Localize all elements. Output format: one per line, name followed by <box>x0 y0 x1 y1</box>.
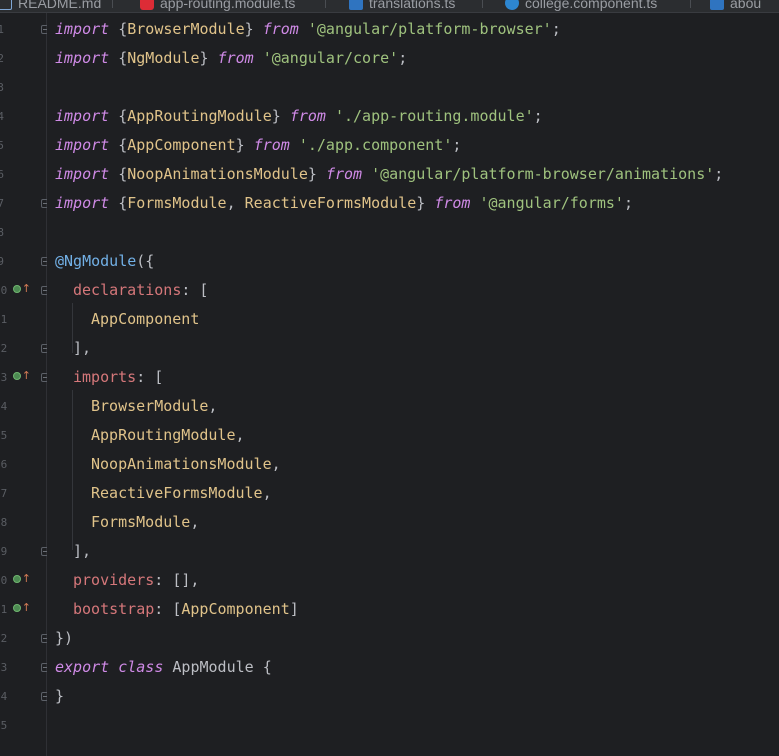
line-number: 17 <box>0 487 8 500</box>
line-number: 3 <box>0 81 4 94</box>
code-line: ], <box>73 339 92 357</box>
implements-marker-icon[interactable]: ↑ <box>13 602 31 614</box>
editor-gutter: 1 2 3 4 5 6 7 8 9 10 11 12 13 14 15 16 1… <box>0 13 50 756</box>
code-editor[interactable]: import {BrowserModule} from '@angular/pl… <box>47 13 779 756</box>
code-line: import {NoopAnimationsModule} from '@ang… <box>55 165 724 183</box>
code-line: export class AppModule { <box>55 658 272 676</box>
line-number: 11 <box>0 313 8 326</box>
tab-label: app-routing.module.ts <box>160 0 296 11</box>
tab-about[interactable]: abou <box>710 0 761 12</box>
line-number: 15 <box>0 429 8 442</box>
implements-marker-icon[interactable]: ↑ <box>13 573 31 585</box>
line-number: 24 <box>0 690 8 703</box>
line-number: 18 <box>0 516 8 529</box>
tab-translations[interactable]: translations.ts <box>349 0 455 12</box>
implements-marker-icon[interactable]: ↑ <box>13 370 31 382</box>
line-number: 13 <box>0 371 8 384</box>
typescript-file-icon <box>710 0 724 10</box>
code-line: import {NgModule} from '@angular/core'; <box>55 49 408 67</box>
line-number: 9 <box>0 255 4 268</box>
code-line: BrowserModule, <box>91 397 218 415</box>
indent-guide <box>72 390 73 550</box>
editor-tab-bar: README.md app-routing.module.ts translat… <box>0 0 779 13</box>
implements-marker-icon[interactable]: ↑ <box>13 283 31 295</box>
code-line: providers: [], <box>73 571 200 589</box>
tab-label: abou <box>730 0 762 11</box>
code-line: ], <box>73 542 92 560</box>
markdown-file-icon <box>0 0 12 10</box>
code-line: AppComponent <box>91 310 200 328</box>
code-line: import {AppComponent} from './app.compon… <box>55 136 462 154</box>
line-number: 8 <box>0 226 4 239</box>
code-line: NoopAnimationsModule, <box>91 455 281 473</box>
tab-app-routing[interactable]: app-routing.module.ts <box>140 0 295 12</box>
tab-separator <box>112 0 113 8</box>
typescript-file-icon <box>349 0 363 10</box>
line-number: 5 <box>0 139 4 152</box>
line-number: 14 <box>0 400 8 413</box>
code-line: ReactiveFormsModule, <box>91 484 272 502</box>
line-number: 2 <box>0 52 4 65</box>
line-number: 16 <box>0 458 8 471</box>
line-number: 7 <box>0 197 4 210</box>
code-line: imports: [ <box>73 368 164 386</box>
line-number: 20 <box>0 574 8 587</box>
angular-file-icon <box>140 0 154 10</box>
tab-label: college.component.ts <box>525 0 658 11</box>
line-number: 22 <box>0 632 8 645</box>
code-line: import {AppRoutingModule} from './app-ro… <box>55 107 543 125</box>
code-line: @NgModule({ <box>55 252 155 270</box>
line-number: 10 <box>0 284 8 297</box>
line-number: 6 <box>0 168 4 181</box>
line-number: 19 <box>0 545 8 558</box>
angular-component-icon <box>505 0 519 10</box>
line-number: 25 <box>0 719 8 732</box>
line-number: 1 <box>0 23 4 36</box>
code-line: } <box>55 687 65 705</box>
code-line: declarations: [ <box>73 281 209 299</box>
tab-separator <box>325 0 326 8</box>
tab-label: translations.ts <box>369 0 456 11</box>
tab-readme[interactable]: README.md <box>0 0 101 12</box>
code-line: FormsModule, <box>91 513 200 531</box>
code-line: bootstrap: [AppComponent] <box>73 600 299 618</box>
line-number: 12 <box>0 342 8 355</box>
tab-label: README.md <box>18 0 102 11</box>
tab-college-component[interactable]: college.component.ts <box>505 0 657 12</box>
code-line: import {BrowserModule} from '@angular/pl… <box>55 20 561 38</box>
tab-separator <box>690 0 691 8</box>
line-number: 4 <box>0 110 4 123</box>
code-line: AppRoutingModule, <box>91 426 245 444</box>
code-line: import {FormsModule, ReactiveFormsModule… <box>55 194 633 212</box>
line-number: 21 <box>0 603 8 616</box>
code-line: }) <box>55 629 74 647</box>
tab-separator <box>482 0 483 8</box>
line-number: 23 <box>0 661 8 674</box>
